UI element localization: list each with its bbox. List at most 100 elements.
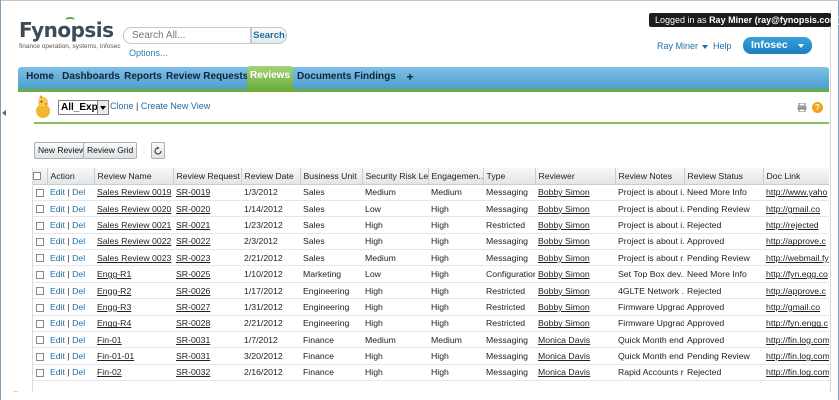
view-dropdown-icon[interactable]: [97, 100, 109, 115]
column-header-doc-link[interactable]: Doc Link: [763, 168, 829, 185]
logo[interactable]: Fynopsis finance operation, systems, inf…: [19, 17, 121, 60]
cell-review-request[interactable]: SR-0025: [173, 265, 241, 283]
app-switcher-button[interactable]: Infosec: [743, 37, 812, 54]
delete-link[interactable]: Del: [72, 269, 85, 279]
cell-review-name[interactable]: Fin-01-01: [94, 347, 173, 365]
column-header-engagement[interactable]: Engagemen...: [428, 168, 484, 185]
table-row[interactable]: Edit | Del Sales Review 0019 SR-0019 1/3/20…: [33, 184, 829, 201]
row-select-cell[interactable]: [33, 282, 47, 300]
cell-doc-link[interactable]: http://fin.log.com: [763, 331, 829, 349]
cell-review-name[interactable]: Fin-02: [94, 364, 173, 382]
cell-review-request[interactable]: SR-0023: [173, 249, 241, 267]
delete-link[interactable]: Del: [72, 302, 85, 312]
row-checkbox[interactable]: [36, 287, 44, 296]
cell-review-request[interactable]: SR-0028: [173, 315, 241, 333]
delete-link[interactable]: Del: [72, 220, 85, 230]
column-header-action[interactable]: Action: [47, 168, 95, 185]
edit-link[interactable]: Edit: [50, 204, 65, 214]
edit-link[interactable]: Edit: [50, 236, 65, 246]
edit-link[interactable]: Edit: [50, 253, 65, 263]
delete-link[interactable]: Del: [72, 318, 85, 328]
cell-reviewer[interactable]: Bobby Simon: [535, 184, 615, 201]
cell-review-name[interactable]: Sales Review 0023: [94, 249, 173, 267]
cell-doc-link[interactable]: http://rejected: [763, 216, 829, 234]
row-checkbox[interactable]: [36, 303, 44, 312]
delete-link[interactable]: Del: [72, 286, 85, 296]
cell-reviewer[interactable]: Bobby Simon: [535, 216, 615, 234]
new-review-button[interactable]: New Review: [34, 142, 90, 159]
create-new-view-link[interactable]: Create New View: [141, 101, 210, 111]
row-checkbox[interactable]: [36, 221, 44, 230]
cell-reviewer[interactable]: Monica Davis: [535, 331, 615, 349]
row-checkbox[interactable]: [36, 270, 44, 279]
cell-review-request[interactable]: SR-0031: [173, 331, 241, 349]
cell-reviewer[interactable]: Bobby Simon: [535, 249, 615, 267]
cell-doc-link[interactable]: http://www.yaho: [763, 184, 829, 201]
row-checkbox[interactable]: [36, 188, 44, 197]
row-checkbox[interactable]: [36, 369, 44, 378]
table-row[interactable]: Edit | Del Engg-R2 SR-0026 1/17/2012 Enginee…: [33, 282, 829, 300]
cell-review-name[interactable]: Engg-R4: [94, 315, 173, 333]
cell-review-request[interactable]: SR-0022: [173, 233, 241, 251]
row-checkbox[interactable]: [36, 352, 44, 361]
printer-icon[interactable]: [797, 103, 807, 112]
table-row[interactable]: Edit | Del Sales Review 0021 SR-0021 1/23/2…: [33, 216, 829, 234]
row-checkbox[interactable]: [36, 320, 44, 329]
table-row[interactable]: Edit | Del Sales Review 0020 SR-0020 1/14/2…: [33, 200, 829, 218]
edit-link[interactable]: Edit: [50, 286, 65, 296]
cell-review-request[interactable]: SR-0026: [173, 282, 241, 300]
cell-doc-link[interactable]: http://approve.c: [763, 233, 829, 251]
cell-review-request[interactable]: SR-0020: [173, 200, 241, 218]
delete-link[interactable]: Del: [72, 253, 85, 263]
table-row[interactable]: Edit | Del Fin-01 SR-0031 1/7/2012 Finance Me…: [33, 331, 829, 349]
delete-link[interactable]: Del: [72, 351, 85, 361]
edit-link[interactable]: Edit: [50, 302, 65, 312]
cell-doc-link[interactable]: http://gmail.co: [763, 200, 829, 218]
tab-reports[interactable]: Reports: [123, 67, 163, 89]
cell-reviewer[interactable]: Bobby Simon: [535, 233, 615, 251]
cell-review-request[interactable]: SR-0027: [173, 298, 241, 316]
row-select-cell[interactable]: [33, 200, 47, 218]
tab-review-requests[interactable]: Review Requests: [166, 67, 248, 89]
row-select-cell[interactable]: [33, 364, 47, 382]
row-select-cell[interactable]: [33, 233, 47, 251]
cell-doc-link[interactable]: http://fin.log.com: [763, 347, 829, 365]
column-header-review-name[interactable]: Review Name: [94, 168, 174, 185]
cell-review-request[interactable]: SR-0032: [173, 364, 241, 382]
delete-link[interactable]: Del: [72, 367, 85, 377]
user-menu[interactable]: Ray Miner: [657, 41, 709, 51]
cell-review-request[interactable]: SR-0031: [173, 347, 241, 365]
column-header-review-request[interactable]: Review Request: [173, 168, 242, 185]
search-button[interactable]: Search: [251, 27, 287, 44]
edit-link[interactable]: Edit: [50, 187, 65, 197]
edit-link[interactable]: Edit: [50, 220, 65, 230]
clone-view-link[interactable]: Clone: [110, 101, 134, 111]
collapse-arrow-icon[interactable]: [2, 110, 6, 116]
tab-documents[interactable]: Documents: [297, 67, 351, 89]
cell-reviewer[interactable]: Bobby Simon: [535, 265, 615, 283]
edit-link[interactable]: Edit: [50, 318, 65, 328]
table-row[interactable]: Edit | Del Engg-R3 SR-0027 1/31/2012 Enginee…: [33, 298, 829, 316]
review-grid-button[interactable]: Review Grid: [83, 142, 138, 159]
cell-doc-link[interactable]: http://gmail.co: [763, 298, 829, 316]
delete-link[interactable]: Del: [72, 204, 85, 214]
table-row[interactable]: Edit | Del Fin-01-01 SR-0031 3/20/2012 Finan…: [33, 347, 829, 365]
cell-review-request[interactable]: SR-0019: [173, 184, 241, 201]
table-row[interactable]: Edit | Del Sales Review 0023 SR-0023 2/21/2…: [33, 249, 829, 267]
search-options-link[interactable]: Options...: [129, 48, 168, 58]
cell-reviewer[interactable]: Bobby Simon: [535, 315, 615, 333]
tab-reviews[interactable]: Reviews: [247, 66, 293, 89]
column-header-review-notes[interactable]: Review Notes: [615, 168, 685, 185]
row-select-cell[interactable]: [33, 315, 47, 333]
column-header-reviewer[interactable]: Reviewer: [535, 168, 616, 185]
delete-link[interactable]: Del: [72, 187, 85, 197]
column-header-review-status[interactable]: Review Status: [684, 168, 764, 185]
row-select-cell[interactable]: [33, 216, 47, 234]
cell-review-name[interactable]: Sales Review 0020: [94, 200, 173, 218]
column-header-business-unit[interactable]: Business Unit: [300, 168, 363, 185]
row-select-cell[interactable]: [33, 265, 47, 283]
tab-dashboards[interactable]: Dashboards: [61, 67, 121, 89]
cell-review-name[interactable]: Engg-R2: [94, 282, 173, 300]
edit-link[interactable]: Edit: [50, 335, 65, 345]
table-row[interactable]: Edit | Del Fin-02 SR-0032 2/16/2012 Finance H…: [33, 364, 829, 382]
